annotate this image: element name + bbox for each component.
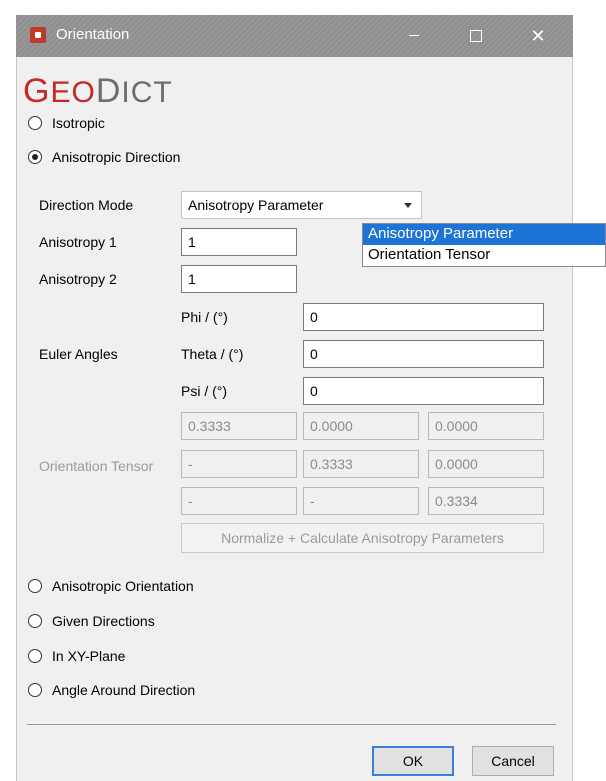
radio-given-directions[interactable]: Given Directions xyxy=(28,613,155,629)
dropdown-option-orientation-tensor[interactable]: Orientation Tensor xyxy=(363,245,605,266)
radio-label: In XY-Plane xyxy=(52,648,126,664)
minimize-button[interactable] xyxy=(391,21,437,51)
tensor-cell-r2c3 xyxy=(428,450,544,478)
tensor-cell-r1c1 xyxy=(181,412,297,440)
maximize-button[interactable] xyxy=(453,21,499,51)
tensor-cell-r3c1 xyxy=(181,487,297,515)
tensor-cell-r3c2 xyxy=(303,487,419,515)
app-icon xyxy=(30,27,46,43)
radio-anisotropic-orientation[interactable]: Anisotropic Orientation xyxy=(28,578,194,594)
psi-label: Psi / (°) xyxy=(181,383,228,399)
radio-circle[interactable] xyxy=(28,150,42,164)
direction-mode-select[interactable]: Anisotropy Parameter xyxy=(181,191,422,219)
phi-input[interactable] xyxy=(303,303,544,331)
tensor-cell-r1c3 xyxy=(428,412,544,440)
normalize-button: Normalize + Calculate Anisotropy Paramet… xyxy=(181,523,544,553)
anisotropy-1-label: Anisotropy 1 xyxy=(39,234,117,250)
radio-label: Anisotropic Direction xyxy=(52,149,181,165)
radio-label: Isotropic xyxy=(52,115,105,131)
separator xyxy=(27,724,556,725)
psi-input[interactable] xyxy=(303,377,544,405)
minimize-icon xyxy=(409,35,419,37)
radio-anisotropic-direction[interactable]: Anisotropic Direction xyxy=(28,149,180,165)
close-button[interactable]: ✕ xyxy=(515,21,561,51)
radio-in-xy-plane[interactable]: In XY-Plane xyxy=(28,648,125,664)
radio-isotropic[interactable]: Isotropic xyxy=(28,115,105,131)
radio-label: Anisotropic Orientation xyxy=(52,578,194,594)
radio-label: Angle Around Direction xyxy=(52,682,196,698)
direction-mode-label: Direction Mode xyxy=(39,197,134,213)
cancel-button[interactable]: Cancel xyxy=(472,746,554,776)
ok-button[interactable]: OK xyxy=(372,746,454,776)
theta-label: Theta / (°) xyxy=(181,346,244,362)
tensor-cell-r2c2 xyxy=(303,450,419,478)
radio-circle[interactable] xyxy=(28,116,42,130)
orientation-tensor-label: Orientation Tensor xyxy=(39,458,154,474)
tensor-cell-r1c2 xyxy=(303,412,419,440)
phi-label: Phi / (°) xyxy=(181,309,228,325)
anisotropy-2-input[interactable] xyxy=(181,265,297,293)
maximize-icon xyxy=(470,29,482,42)
euler-angles-label: Euler Angles xyxy=(39,346,118,362)
radio-circle[interactable] xyxy=(28,579,42,593)
anisotropy-1-input[interactable] xyxy=(181,228,297,256)
anisotropy-2-label: Anisotropy 2 xyxy=(39,271,117,287)
direction-mode-value: Anisotropy Parameter xyxy=(188,197,324,213)
tensor-cell-r3c3 xyxy=(428,487,544,515)
chevron-down-icon xyxy=(404,203,412,208)
direction-mode-dropdown: Anisotropy Parameter Orientation Tensor xyxy=(362,223,606,267)
dropdown-option-anisotropy-parameter[interactable]: Anisotropy Parameter xyxy=(363,224,605,245)
radio-circle[interactable] xyxy=(28,649,42,663)
radio-circle[interactable] xyxy=(28,683,42,697)
close-icon: ✕ xyxy=(530,26,546,46)
radio-circle[interactable] xyxy=(28,614,42,628)
title-bar[interactable]: Orientation ✕ xyxy=(16,15,573,57)
radio-label: Given Directions xyxy=(52,613,155,629)
window-title: Orientation xyxy=(56,26,130,43)
geodict-logo: GEODICT xyxy=(23,72,173,110)
radio-angle-around-direction[interactable]: Angle Around Direction xyxy=(28,682,195,698)
tensor-cell-r2c1 xyxy=(181,450,297,478)
theta-input[interactable] xyxy=(303,340,544,368)
